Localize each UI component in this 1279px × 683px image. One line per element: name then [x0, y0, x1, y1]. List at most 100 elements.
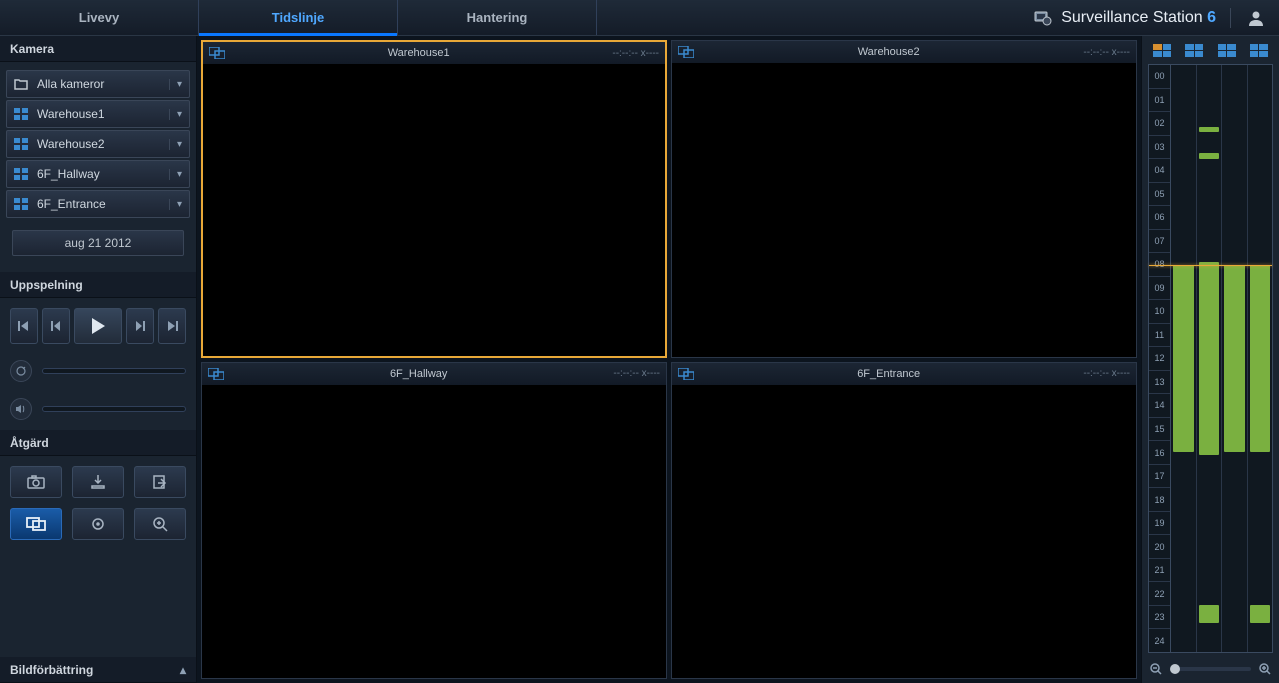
left-sidebar: Kamera Alla kameror ▾ Warehouse1 ▾ Wareh…	[0, 36, 197, 683]
volume-slider[interactable]	[42, 406, 186, 412]
timeline-segment[interactable]	[1199, 153, 1220, 159]
video-status: --:--:-- x----	[1083, 368, 1130, 379]
timeline-segment[interactable]	[1173, 265, 1194, 453]
timeline-segment[interactable]	[1250, 265, 1271, 453]
layout-2-icon[interactable]	[1185, 44, 1203, 58]
tab-tidslinje[interactable]: Tidslinje	[199, 0, 398, 35]
zoom-thumb[interactable]	[1170, 664, 1180, 674]
video-status: --:--:-- x----	[613, 368, 660, 379]
video-cell-4[interactable]: 6F_Entrance --:--:-- x----	[671, 362, 1137, 680]
camera-item-warehouse1[interactable]: Warehouse1 ▾	[6, 100, 190, 128]
timeline-grid[interactable]: 0001020304050607080910111213141516171819…	[1148, 64, 1273, 653]
timeline-column[interactable]	[1248, 65, 1273, 652]
video-viewport[interactable]	[672, 385, 1136, 679]
timeline-hour-label: 16	[1149, 441, 1170, 465]
camera-item-warehouse2[interactable]: Warehouse2 ▾	[6, 130, 190, 158]
step-forward-button[interactable]	[126, 308, 154, 344]
timeline-hour-label: 18	[1149, 488, 1170, 512]
play-button[interactable]	[74, 308, 122, 344]
timeline-segment[interactable]	[1199, 605, 1220, 623]
playback-buttons	[10, 308, 186, 344]
layout-4-icon[interactable]	[1250, 44, 1268, 58]
tab-livevy[interactable]: Livevy	[0, 0, 199, 35]
zoom-slider[interactable]	[1170, 667, 1251, 671]
camera-item-6f-entrance[interactable]: 6F_Entrance ▾	[6, 190, 190, 218]
camera-item-all[interactable]: Alla kameror ▾	[6, 70, 190, 98]
timeline-hour-label: 20	[1149, 535, 1170, 559]
timeline-segment[interactable]	[1250, 605, 1271, 623]
brand-logo-icon	[1033, 9, 1053, 27]
timeline-cursor[interactable]	[1149, 265, 1272, 266]
zoom-in-icon[interactable]	[1257, 661, 1273, 677]
timeline-column[interactable]	[1222, 65, 1248, 652]
brand-area: Surveillance Station 6	[1033, 7, 1279, 29]
timeline-hours: 0001020304050607080910111213141516171819…	[1149, 65, 1171, 652]
user-icon[interactable]	[1245, 7, 1267, 29]
export-button[interactable]	[134, 466, 186, 498]
video-viewport[interactable]	[672, 63, 1136, 357]
skip-start-button[interactable]	[10, 308, 38, 344]
target-button[interactable]	[72, 508, 124, 540]
video-viewport[interactable]	[203, 64, 665, 356]
date-display[interactable]: aug 21 2012	[12, 230, 184, 256]
timeline-hour-label: 21	[1149, 559, 1170, 583]
video-cell-1[interactable]: Warehouse1 --:--:-- x----	[201, 40, 667, 358]
video-viewport[interactable]	[202, 385, 666, 679]
skip-end-button[interactable]	[158, 308, 186, 344]
speed-icon[interactable]	[10, 360, 32, 382]
chevron-down-icon[interactable]: ▾	[169, 109, 183, 120]
chevron-down-icon[interactable]: ▾	[169, 199, 183, 210]
timeline-zoom	[1148, 659, 1273, 679]
overlay-button[interactable]	[10, 508, 62, 540]
timeline-segment[interactable]	[1173, 279, 1194, 291]
timeline-hour-label: 00	[1149, 65, 1170, 89]
video-status: --:--:-- x----	[1083, 47, 1130, 58]
section-header-enhance[interactable]: Bildförbättring ▴	[0, 657, 196, 683]
zoom-button[interactable]	[134, 508, 186, 540]
sidebar-spacer	[0, 560, 196, 657]
camera-item-label: 6F_Hallway	[37, 167, 161, 181]
layout-3-icon[interactable]	[1218, 44, 1236, 58]
timeline-segment[interactable]	[1199, 262, 1220, 456]
video-header: 6F_Hallway --:--:-- x----	[202, 363, 666, 385]
section-header-action[interactable]: Åtgärd	[0, 430, 196, 456]
action-buttons	[0, 456, 196, 560]
layout-icons	[1148, 44, 1273, 58]
volume-icon[interactable]	[10, 398, 32, 420]
download-button[interactable]	[72, 466, 124, 498]
speed-slider[interactable]	[42, 368, 186, 374]
chevron-down-icon[interactable]: ▾	[169, 139, 183, 150]
section-title: Kamera	[10, 42, 54, 56]
chevron-down-icon[interactable]: ▾	[169, 79, 183, 90]
timeline-columns[interactable]	[1171, 65, 1272, 652]
main-tabs: Livevy Tidslinje Hantering	[0, 0, 597, 35]
timeline-segment[interactable]	[1199, 127, 1220, 133]
timeline-column[interactable]	[1197, 65, 1223, 652]
layout-1-icon[interactable]	[1153, 44, 1171, 58]
snapshot-button[interactable]	[10, 466, 62, 498]
grid-icon	[13, 166, 29, 182]
camera-item-6f-hallway[interactable]: 6F_Hallway ▾	[6, 160, 190, 188]
video-title: Warehouse2	[702, 46, 1075, 58]
chevron-down-icon[interactable]: ▾	[169, 169, 183, 180]
video-title: 6F_Entrance	[702, 368, 1075, 380]
timeline-column[interactable]	[1171, 65, 1197, 652]
section-header-camera[interactable]: Kamera	[0, 36, 196, 62]
timeline-hour-label: 09	[1149, 277, 1170, 301]
video-cell-3[interactable]: 6F_Hallway --:--:-- x----	[201, 362, 667, 680]
timeline-segment[interactable]	[1224, 265, 1245, 453]
camera-item-label: Warehouse2	[37, 137, 161, 151]
camera-item-label: Warehouse1	[37, 107, 161, 121]
overlay-icon	[678, 366, 694, 382]
timeline-hour-label: 04	[1149, 159, 1170, 183]
step-back-button[interactable]	[42, 308, 70, 344]
video-cell-2[interactable]: Warehouse2 --:--:-- x----	[671, 40, 1137, 358]
main-area: Kamera Alla kameror ▾ Warehouse1 ▾ Wareh…	[0, 36, 1279, 683]
video-grid: Warehouse1 --:--:-- x---- Warehouse2 --:…	[197, 36, 1141, 683]
camera-item-label: 6F_Entrance	[37, 197, 161, 211]
section-title: Bildförbättring	[10, 663, 93, 677]
tab-hantering[interactable]: Hantering	[398, 0, 597, 35]
section-header-playback[interactable]: Uppspelning	[0, 272, 196, 298]
brand-version: 6	[1207, 9, 1216, 26]
zoom-out-icon[interactable]	[1148, 661, 1164, 677]
